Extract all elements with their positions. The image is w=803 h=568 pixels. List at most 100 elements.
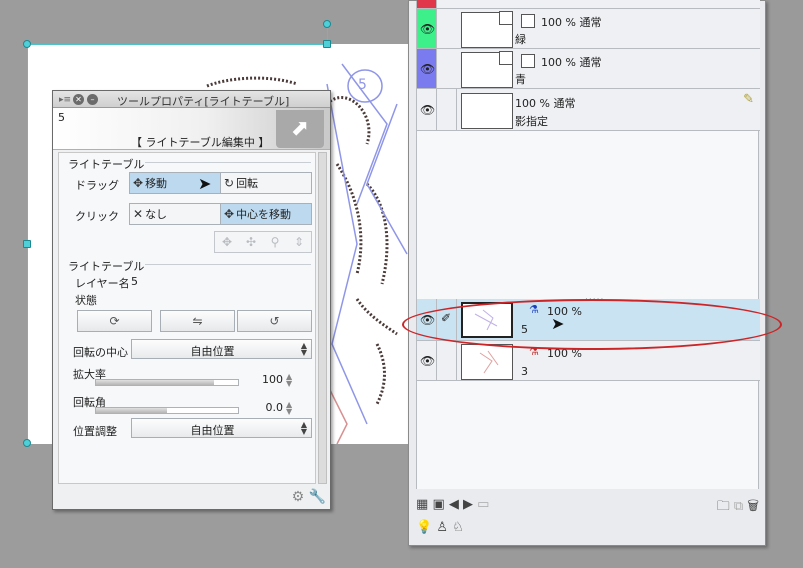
lighttable-tool-icon: ⬈ bbox=[276, 110, 324, 148]
section-divider bbox=[145, 162, 311, 163]
angle-value[interactable]: 0.0 bbox=[253, 401, 284, 414]
transform-handle-tc[interactable] bbox=[323, 40, 331, 48]
scale-icon: ✣ bbox=[245, 235, 257, 249]
header-number: 5 bbox=[58, 111, 65, 124]
layer-name: 緑 bbox=[515, 33, 526, 46]
angle-spinner-icon[interactable]: ▲ ▼ bbox=[286, 401, 292, 416]
eye-icon: 👁 bbox=[420, 61, 436, 76]
layer-row[interactable]: 👁 100 % 通常 影指定 ✎ bbox=[417, 89, 760, 131]
position-dropdown[interactable]: 自由位置 ▲ ▼ bbox=[131, 418, 312, 438]
disabled-transform-buttons: ✥ ✣ ⚲ ⇕ bbox=[214, 231, 312, 253]
mouse-cursor-icon: ➤ bbox=[198, 174, 212, 193]
scale-slider[interactable] bbox=[95, 379, 239, 386]
flip-icon: ⇋ bbox=[192, 314, 203, 328]
click-option-none[interactable]: ✕ なし bbox=[130, 204, 220, 224]
rotate-icon: ↻ bbox=[224, 176, 235, 190]
sketch-number: 5 bbox=[358, 77, 367, 93]
mouse-cursor-icon: ➤ bbox=[551, 314, 565, 333]
folder-mask-icon bbox=[499, 11, 513, 25]
spin-icon: ⇕ bbox=[293, 235, 305, 249]
dropdown-arrow-icon: ▲ ▼ bbox=[300, 420, 307, 436]
move-icon: ✥ bbox=[221, 235, 233, 249]
window-title: ツールプロパティ[ライトテーブル] bbox=[117, 95, 290, 108]
section-title-lighttable: ライトテーブル bbox=[68, 158, 145, 171]
lasso-icon: ⚲ bbox=[270, 235, 280, 249]
rotation-center-dropdown[interactable]: 自由位置 ▲ ▼ bbox=[131, 339, 312, 359]
layer-row-partial[interactable] bbox=[417, 0, 760, 9]
layer-name: 3 bbox=[521, 365, 528, 378]
angle-slider[interactable] bbox=[95, 407, 239, 414]
eye-icon: 👁 bbox=[420, 21, 436, 36]
tool-property-window: ▸≡ ✕ – ツールプロパティ[ライトテーブル] 5 【 ライトテーブル編集中 … bbox=[52, 90, 331, 510]
flip-button[interactable]: ⇋ bbox=[160, 310, 235, 332]
visibility-toggle[interactable]: 👁 bbox=[417, 89, 437, 130]
layer-list[interactable]: 👁 100 % 通常 緑 👁 100 % 通常 青 👁 100 % 通常 影指定… bbox=[416, 0, 760, 489]
bulb-folder-icon[interactable]: ♘ bbox=[452, 520, 464, 535]
grip-icon[interactable]: ▸≡ bbox=[59, 95, 71, 105]
trash-icon[interactable]: 🗑 bbox=[747, 499, 759, 514]
layer-panel: 👁 100 % 通常 緑 👁 100 % 通常 青 👁 100 % 通常 影指定… bbox=[408, 0, 766, 546]
state-label: 状態 bbox=[75, 294, 97, 307]
highlight-ellipse bbox=[402, 299, 782, 350]
visibility-toggle[interactable]: 👁 bbox=[417, 49, 437, 88]
reset-rotation-button[interactable]: ↺ bbox=[237, 310, 312, 332]
layer-info: 100 % 通常 bbox=[541, 16, 602, 29]
tool-property-titlebar[interactable]: ▸≡ ✕ – ツールプロパティ[ライトテーブル] bbox=[53, 91, 330, 108]
tool-settings-wrench-icon[interactable]: ⚙ 🔧 bbox=[292, 489, 326, 505]
layer-thumbnail bbox=[461, 93, 513, 129]
layer-name: 青 bbox=[515, 73, 526, 86]
reset-position-button[interactable]: ⟳ bbox=[77, 310, 152, 332]
layer-toolbar-right: 🗀 ⧉ 🗑 bbox=[717, 497, 759, 519]
folder-mask-icon bbox=[499, 51, 513, 65]
click-label: クリック bbox=[75, 210, 119, 223]
drag-label: ドラッグ bbox=[75, 179, 119, 192]
color-layer-icon bbox=[521, 54, 535, 68]
color-layer-icon bbox=[521, 14, 535, 28]
arrow-left-icon[interactable]: ◀ bbox=[449, 497, 459, 512]
layer-toolbar-2: 💡 ♙ ♘ bbox=[416, 520, 464, 535]
layer-row[interactable]: 👁 100 % 通常 緑 bbox=[417, 9, 760, 49]
lock-lighttable-icon[interactable]: ▣ bbox=[432, 497, 444, 512]
transform-handle-ml[interactable] bbox=[23, 240, 31, 248]
section-title-lighttable-2: ライトテーブル bbox=[68, 260, 145, 273]
scale-value[interactable]: 100 bbox=[253, 373, 283, 386]
mode-banner: 【 ライトテーブル編集中 】 bbox=[131, 136, 270, 149]
rotation-center-label: 回転の中心 bbox=[73, 346, 128, 359]
duplicate-icon[interactable]: ⧉ bbox=[734, 499, 743, 514]
add-lighttable-icon[interactable]: ▦ bbox=[416, 497, 428, 512]
visibility-toggle[interactable]: 👁 bbox=[417, 341, 437, 380]
minimize-icon[interactable]: – bbox=[87, 94, 98, 105]
layer-thumbnail bbox=[461, 344, 513, 380]
eye-icon: 👁 bbox=[420, 353, 436, 368]
layer-row[interactable]: 👁 100 % 通常 青 bbox=[417, 49, 760, 89]
click-option-move-center[interactable]: ✥ 中心を移動 bbox=[220, 204, 311, 224]
visibility-toggle[interactable]: 👁 bbox=[417, 9, 437, 48]
cross-icon: ✕ bbox=[133, 207, 144, 221]
arrow-right-icon[interactable]: ▶ bbox=[463, 497, 473, 512]
click-option-group: ✕ なし ✥ 中心を移動 bbox=[129, 203, 312, 225]
drag-option-group: ✥ 移動 ↻ 回転 bbox=[129, 172, 312, 194]
drag-option-rotate[interactable]: ↻ 回転 bbox=[220, 173, 311, 193]
scale-slider-fill bbox=[96, 380, 214, 385]
rotation-handle[interactable] bbox=[323, 20, 331, 28]
angle-slider-fill bbox=[96, 408, 167, 413]
dotted-circle-icon: ⟳ bbox=[109, 314, 120, 328]
close-icon[interactable]: ✕ bbox=[73, 94, 84, 105]
reset-rotation-icon: ↺ bbox=[269, 314, 280, 328]
layer-name: 影指定 bbox=[515, 115, 548, 128]
bulb-icon[interactable]: 💡 bbox=[416, 520, 432, 535]
position-label: 位置調整 bbox=[73, 425, 117, 438]
layer-icon[interactable]: ▭ bbox=[477, 497, 489, 512]
eye-icon: 👁 bbox=[420, 102, 436, 117]
tool-settings-panel: ライトテーブル ドラッグ ✥ 移動 ↻ 回転 クリック ✕ なし ✥ 中心を移動 ✥ ✣… bbox=[58, 152, 316, 484]
layer-toolbar: ▦ ▣ ◀ ▶ ▭ bbox=[416, 497, 489, 512]
transform-handle-tl[interactable] bbox=[23, 40, 31, 48]
layer-name-value: 5 bbox=[131, 275, 138, 288]
bulb-outline-icon[interactable]: ♙ bbox=[436, 520, 448, 535]
folder-icon[interactable]: 🗀 bbox=[717, 499, 730, 514]
transform-handle-bl[interactable] bbox=[23, 439, 31, 447]
scrollbar[interactable] bbox=[318, 152, 327, 484]
layer-info: 100 % 通常 bbox=[515, 97, 576, 110]
scale-spinner-icon[interactable]: ▲ ▼ bbox=[286, 373, 292, 388]
pen-icon: ✎ bbox=[743, 92, 754, 107]
